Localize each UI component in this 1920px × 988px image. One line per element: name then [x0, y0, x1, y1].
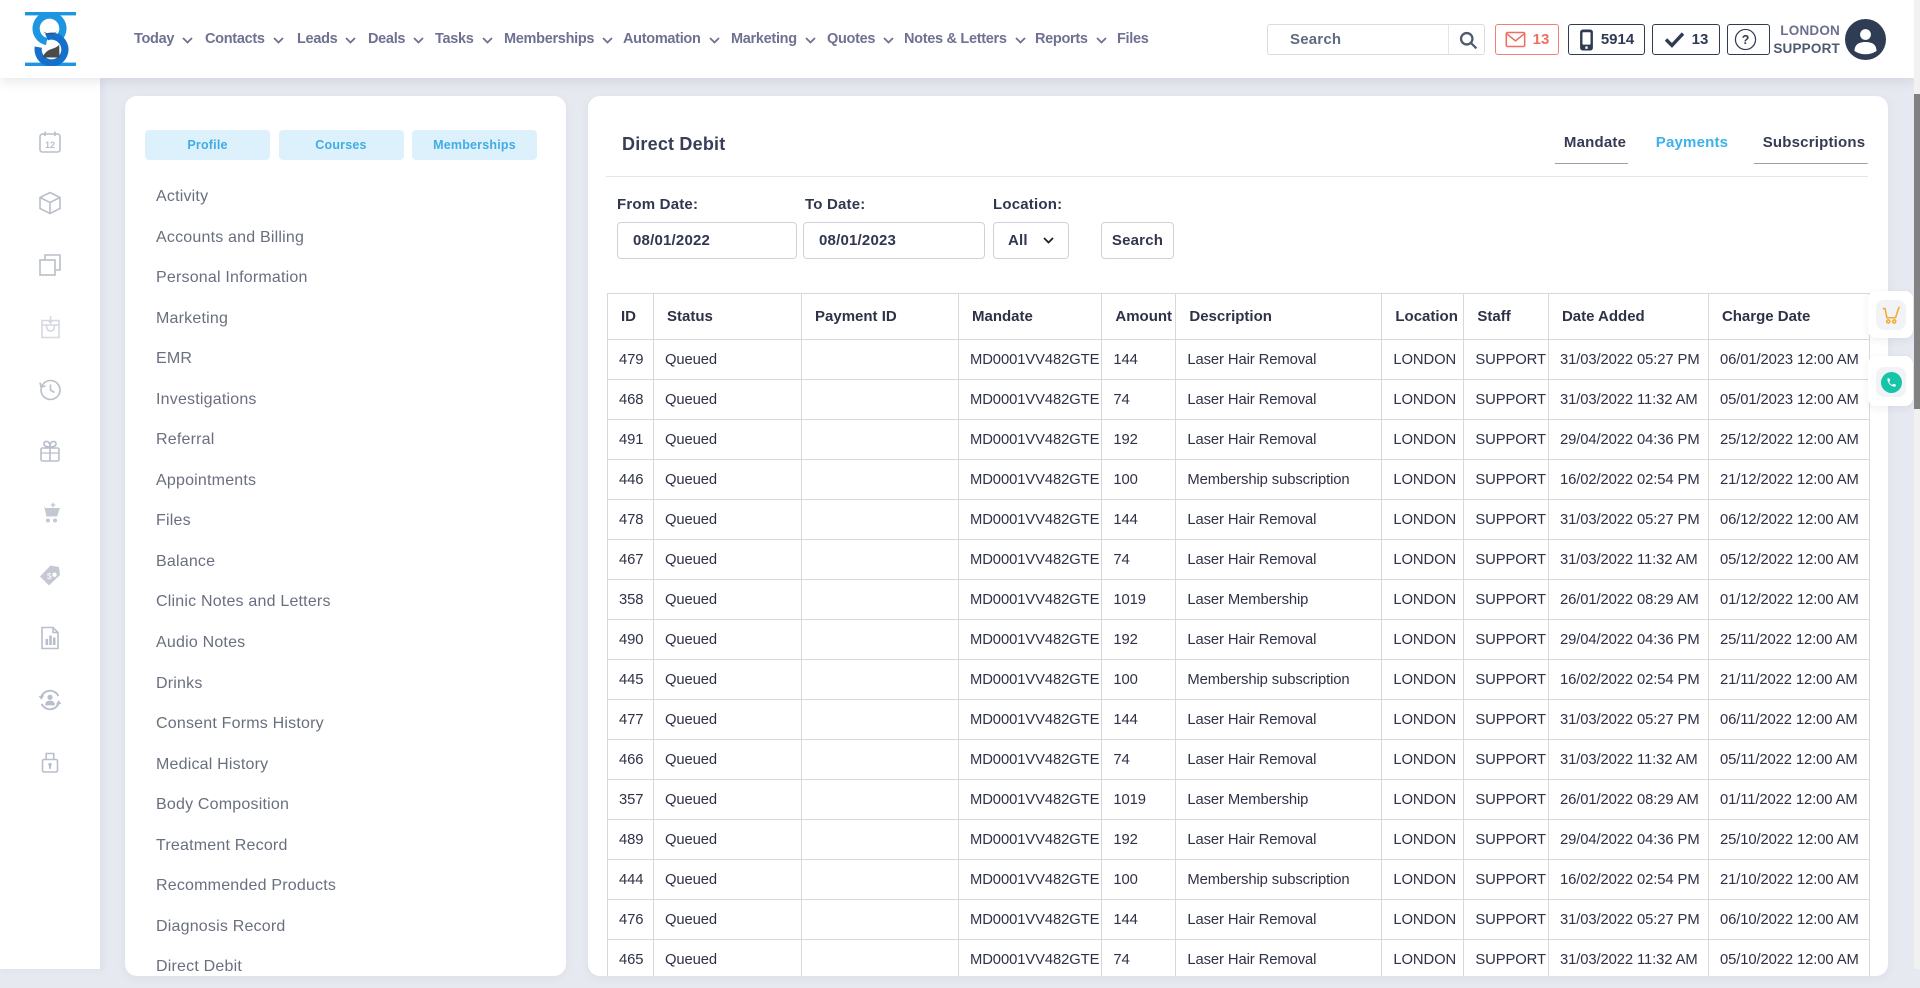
- svg-text:$: $: [47, 571, 52, 581]
- svg-text:?: ?: [1741, 33, 1749, 47]
- svg-text:12: 12: [45, 140, 55, 150]
